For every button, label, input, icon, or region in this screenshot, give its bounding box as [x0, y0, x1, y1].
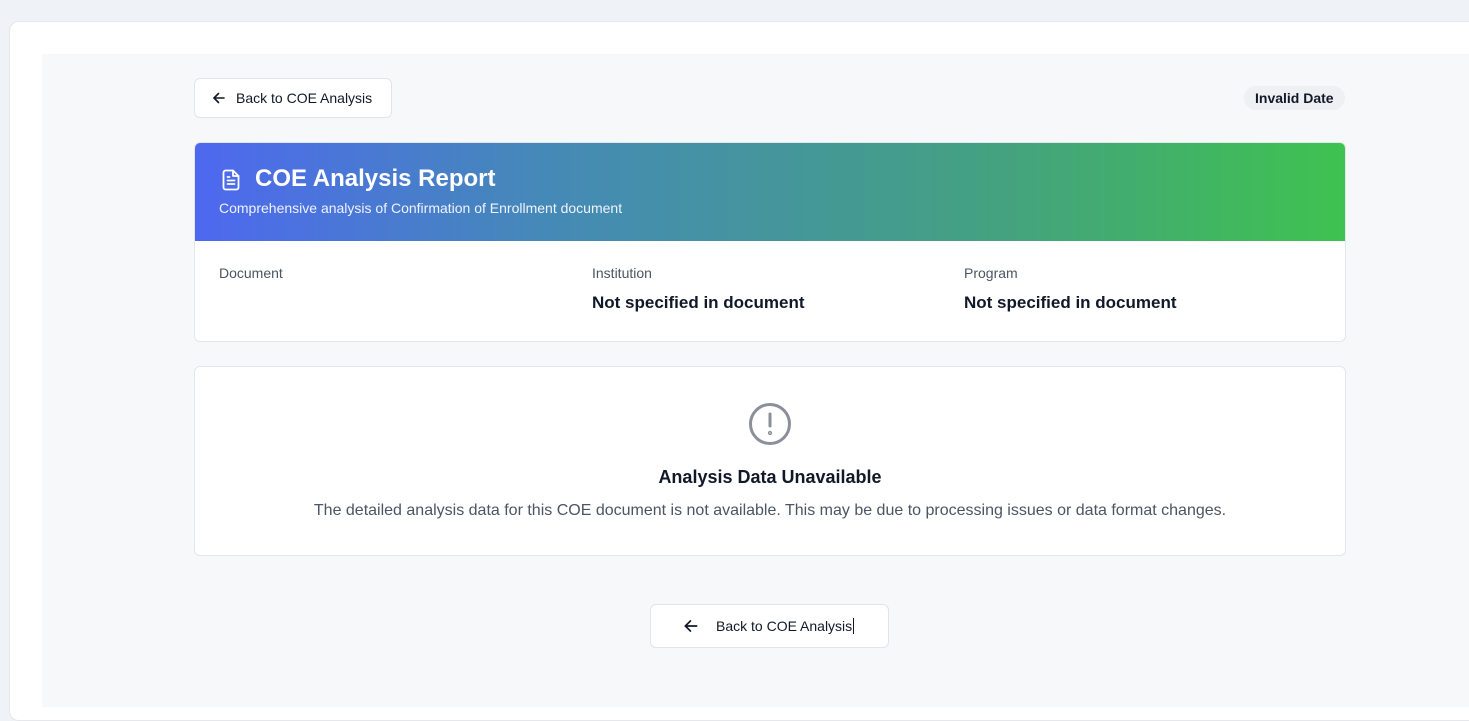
- notice-title: Analysis Data Unavailable: [658, 467, 882, 487]
- arrow-left-icon: [211, 90, 227, 106]
- date-badge: Invalid Date: [1244, 86, 1345, 110]
- arrow-left-icon: [682, 617, 700, 635]
- analysis-unavailable-card: Analysis Data Unavailable The detailed a…: [194, 366, 1346, 556]
- institution-value: Not specified in document: [592, 293, 805, 312]
- exclamation-circle-icon: [748, 402, 792, 446]
- back-to-coe-analysis-button[interactable]: Back to COE Analysis: [194, 78, 392, 118]
- report-subtitle: Comprehensive analysis of Confirmation o…: [219, 200, 623, 216]
- program-value: Not specified in document: [964, 293, 1177, 312]
- program-label: Program: [964, 265, 1018, 281]
- institution-field: Institution Not specified in document: [592, 265, 805, 313]
- document-icon: [219, 168, 243, 192]
- back-button-label: Back to COE Analysis: [716, 618, 853, 634]
- back-button-label: Back to COE Analysis: [236, 90, 373, 106]
- institution-label: Institution: [592, 265, 652, 281]
- report-card: COE Analysis Report Comprehensive analys…: [194, 142, 1346, 342]
- report-header: COE Analysis Report Comprehensive analys…: [195, 143, 1345, 241]
- document-label: Document: [219, 265, 283, 281]
- program-field: Program Not specified in document: [964, 265, 1177, 313]
- text-cursor: [853, 618, 855, 634]
- notice-message: The detailed analysis data for this COE …: [313, 502, 1227, 519]
- report-title: COE Analysis Report: [255, 165, 496, 192]
- document-field: Document: [219, 265, 283, 293]
- report-meta-row: Document Institution Not specified in do…: [195, 241, 1345, 341]
- back-to-coe-analysis-button-bottom[interactable]: Back to COE Analysis: [650, 604, 889, 648]
